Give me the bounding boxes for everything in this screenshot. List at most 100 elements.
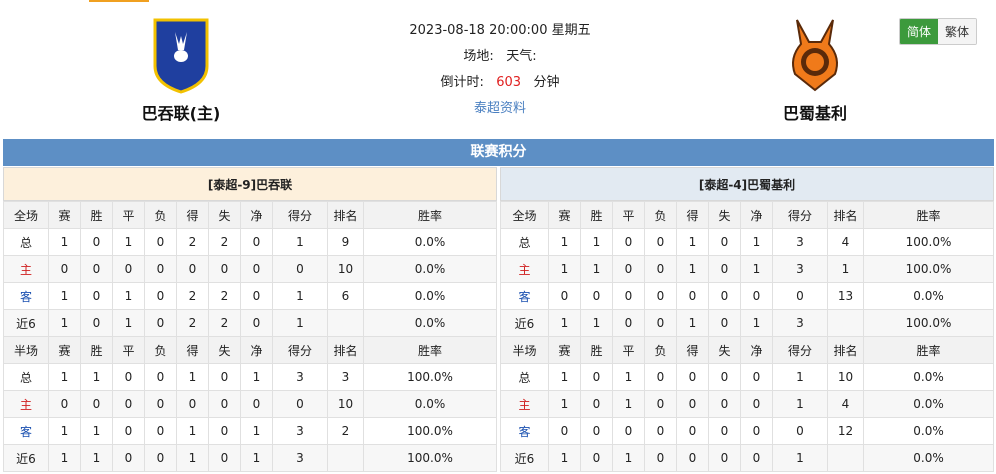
table-cell: 0: [612, 417, 645, 445]
table-cell: 1: [48, 417, 81, 445]
table-cell: 1: [827, 255, 864, 283]
table-cell: 1: [48, 228, 81, 256]
table-cell: 0: [48, 390, 81, 418]
table-cell: 1: [772, 390, 828, 418]
column-header: 负: [144, 336, 177, 364]
table-row: 总 1 1 0 0 1 0 1 3 3 100.0%: [3, 363, 497, 391]
table-cell: 0: [612, 282, 645, 310]
traditional-button[interactable]: 繁体: [938, 19, 977, 44]
column-header: 得分: [272, 336, 328, 364]
row-label: 客: [3, 417, 49, 445]
table-cell: 0: [708, 444, 741, 472]
table-cell: 0: [644, 309, 677, 337]
row-label: 主: [500, 255, 549, 283]
table-cell: 1: [548, 444, 581, 472]
column-header: 半场: [3, 336, 49, 364]
league-link[interactable]: 泰超资料: [380, 96, 620, 122]
column-header: 得: [676, 201, 709, 229]
table-cell: 0: [708, 309, 741, 337]
table-cell: 1: [580, 309, 613, 337]
table-cell: 1: [676, 255, 709, 283]
column-header: 得: [176, 201, 209, 229]
row-label: 近6: [3, 444, 49, 472]
column-header: 全场: [3, 201, 49, 229]
table-cell: 0: [612, 255, 645, 283]
column-header: 排名: [327, 201, 364, 229]
table-row: 近6 1 1 0 0 1 0 1 3 100.0%: [500, 309, 994, 337]
table-cell: 2: [176, 228, 209, 256]
table-cell: 1: [176, 444, 209, 472]
active-tab-indicator: [89, 0, 149, 2]
countdown-label: 倒计时:: [440, 75, 484, 90]
table-cell: 1: [612, 390, 645, 418]
table-cell: 100.0%: [863, 228, 994, 256]
away-team-logo: [775, 14, 855, 94]
table-cell: 0: [740, 417, 773, 445]
table-cell: 0: [208, 363, 241, 391]
column-header: 排名: [827, 201, 864, 229]
home-standings-table: 全场赛胜平负得失净得分 排名 胜率总 1 0 1 0 2 2 0 1 9 0.0% 主 0 0 0 0 0 0 0 0 10…: [3, 201, 497, 472]
table-row: 主 1 0 1 0 0 0 0 1 4 0.0%: [500, 390, 994, 418]
table-cell: 1: [740, 228, 773, 256]
table-cell: 0.0%: [863, 444, 994, 472]
table-cell: 0: [740, 282, 773, 310]
table-cell: 1: [112, 309, 145, 337]
table-cell: 3: [272, 363, 328, 391]
table-cell: 0: [548, 417, 581, 445]
table-cell: 1: [240, 444, 273, 472]
column-header: 得: [676, 336, 709, 364]
table-cell: 0: [676, 363, 709, 391]
away-standings-table: 全场赛胜平负得失净得分 排名 胜率总 1 1 0 0 1 0 1 3 4 100.0% 主 1 1 0 0 1 0 1 3…: [500, 201, 994, 472]
table-cell: 0: [272, 390, 328, 418]
table-cell: 1: [48, 309, 81, 337]
column-header: 胜率: [363, 201, 497, 229]
column-header: 净: [240, 201, 273, 229]
home-team-logo: [141, 14, 221, 94]
column-header: 平: [612, 336, 645, 364]
simplified-button[interactable]: 简体: [900, 19, 939, 44]
table-cell: 2: [176, 282, 209, 310]
row-label: 主: [500, 390, 549, 418]
home-standings-panel: [泰超-9]巴吞联 全场赛胜平负得失净得分 排名 胜率总 1 0 1 0 2 2 0 1 9 0.0% 主…: [3, 167, 497, 472]
away-team[interactable]: 巴蜀基利: [760, 14, 870, 124]
home-team-name: 巴吞联(主): [141, 104, 221, 123]
table-header-row: 全场赛胜平负得失净得分 排名 胜率: [500, 201, 994, 229]
table-row: 客 1 1 0 0 1 0 1 3 2 100.0%: [3, 417, 497, 445]
match-datetime: 2023-08-18 20:00:00 星期五: [409, 23, 591, 38]
table-cell: 0: [112, 444, 145, 472]
table-cell: 1: [240, 417, 273, 445]
table-cell: 0: [612, 309, 645, 337]
table-cell: 0.0%: [363, 255, 497, 283]
table-cell: 1: [240, 363, 273, 391]
table-cell: 1: [580, 255, 613, 283]
home-team[interactable]: 巴吞联(主): [120, 14, 242, 124]
table-cell: 0: [676, 417, 709, 445]
column-header: 失: [708, 336, 741, 364]
column-header: 得分: [772, 201, 828, 229]
table-cell: 1: [48, 282, 81, 310]
row-label: 总: [500, 363, 549, 391]
row-label: 主: [3, 255, 49, 283]
countdown-unit: 分钟: [533, 75, 560, 90]
table-row: 客 0 0 0 0 0 0 0 0 12 0.0%: [500, 417, 994, 445]
table-cell: 1: [80, 363, 113, 391]
table-row: 总 1 1 0 0 1 0 1 3 4 100.0%: [500, 228, 994, 256]
table-cell: 0: [644, 390, 677, 418]
table-cell: 0: [144, 444, 177, 472]
table-row: 近6 1 0 1 0 2 2 0 1 0.0%: [3, 309, 497, 337]
table-row: 主 0 0 0 0 0 0 0 0 10 0.0%: [3, 390, 497, 418]
language-switch: 简体 繁体: [899, 18, 978, 45]
table-cell: 0.0%: [363, 309, 497, 337]
table-cell: 0.0%: [863, 282, 994, 310]
column-header: 赛: [548, 336, 581, 364]
table-cell: 1: [676, 228, 709, 256]
table-cell: 0: [112, 363, 145, 391]
table-cell: 0: [708, 363, 741, 391]
table-cell: 1: [112, 282, 145, 310]
table-cell: 0: [144, 363, 177, 391]
countdown: 倒计时: 603 分钟: [380, 70, 620, 96]
table-cell: 0: [112, 255, 145, 283]
table-cell: 0: [740, 363, 773, 391]
table-cell: 0.0%: [863, 417, 994, 445]
table-cell: 0: [740, 390, 773, 418]
